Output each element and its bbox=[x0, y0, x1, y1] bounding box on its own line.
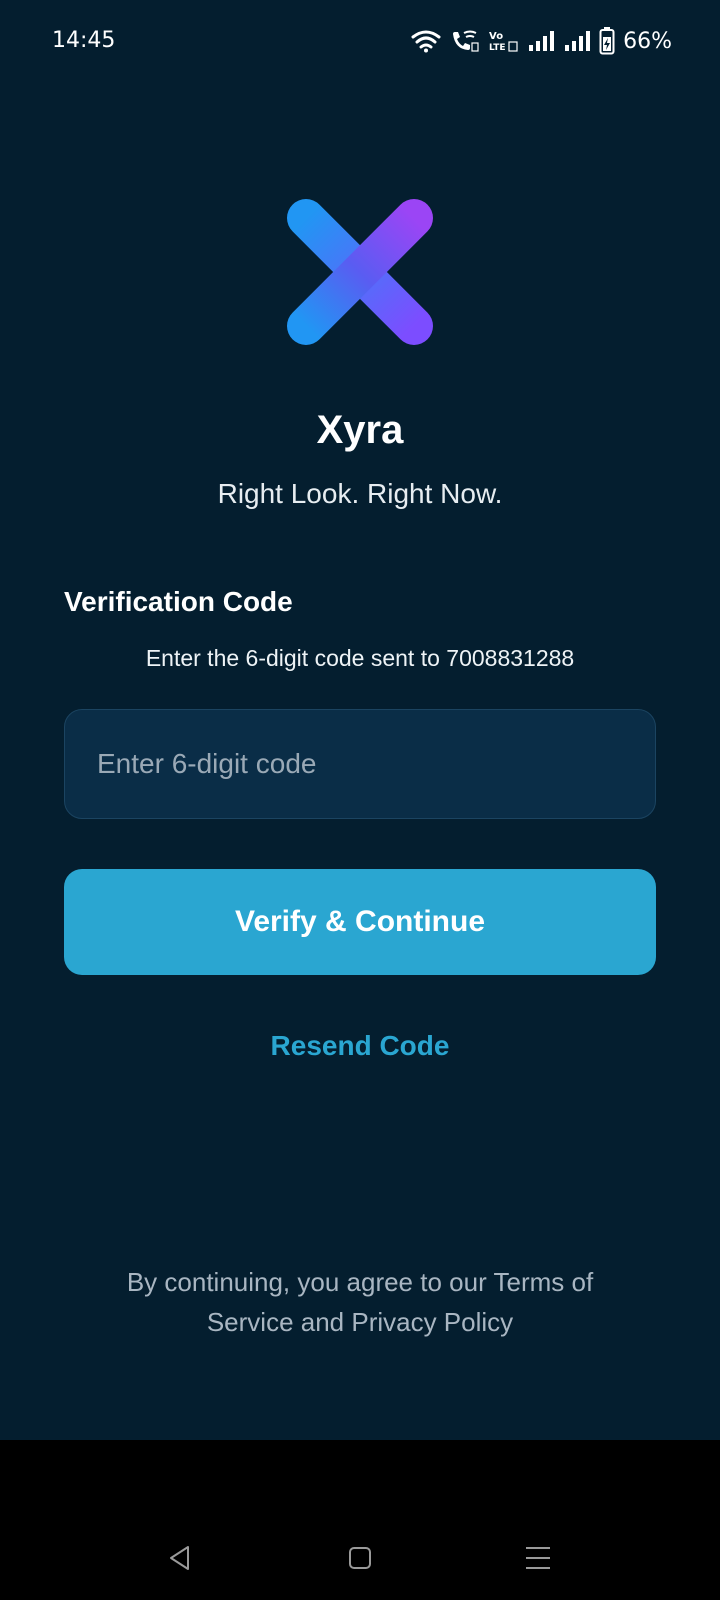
status-time: 14:45 bbox=[52, 28, 116, 53]
status-bar: 14:45 Vo LTE 66% bbox=[0, 0, 720, 84]
signal-sim1-icon bbox=[527, 29, 555, 53]
verification-code-input[interactable] bbox=[64, 709, 656, 819]
app-name: Xyra bbox=[316, 408, 404, 452]
verification-instruction: Enter the 6-digit code sent to 700883128… bbox=[145, 645, 575, 671]
wifi-icon bbox=[411, 29, 441, 53]
signal-sim2-icon bbox=[563, 29, 591, 53]
app-tagline: Right Look. Right Now. bbox=[217, 478, 503, 509]
verification-title: Verification Code bbox=[64, 586, 293, 617]
status-icons: Vo LTE 66% bbox=[411, 26, 672, 56]
navigation-bar bbox=[0, 1440, 720, 1600]
battery-icon bbox=[599, 27, 615, 55]
home-square-icon[interactable] bbox=[336, 1540, 384, 1576]
x-logo-icon bbox=[284, 196, 436, 348]
svg-text:LTE: LTE bbox=[489, 43, 506, 53]
svg-text:Vo: Vo bbox=[489, 31, 503, 42]
battery-percent: 66% bbox=[623, 28, 672, 54]
back-triangle-icon[interactable] bbox=[156, 1540, 204, 1576]
resend-code-link[interactable]: Resend Code bbox=[0, 1030, 720, 1062]
verify-continue-button[interactable]: Verify & Continue bbox=[64, 869, 656, 975]
volte-icon: Vo LTE bbox=[487, 29, 519, 53]
menu-lines-icon[interactable] bbox=[514, 1540, 562, 1576]
terms-notice: By continuing, you agree to our Terms of… bbox=[126, 1267, 594, 1337]
wifi-calling-icon bbox=[449, 29, 479, 53]
